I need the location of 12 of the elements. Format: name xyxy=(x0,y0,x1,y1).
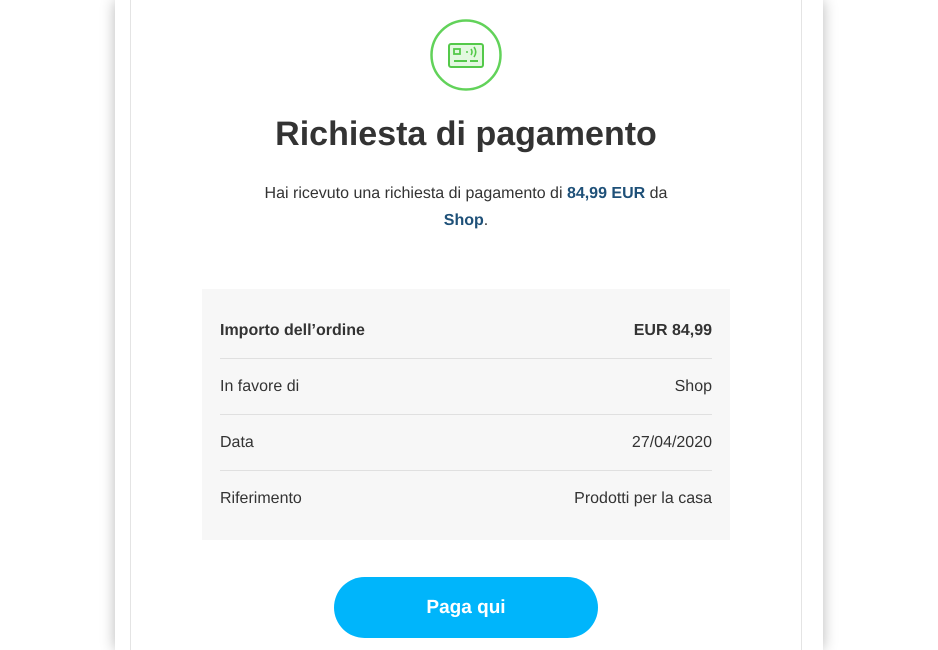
request-message: Hai ricevuto una richiesta di pagamento di 84,99 EUR da Shop. xyxy=(264,184,668,231)
detail-label: Importo dell’ordine xyxy=(220,322,365,340)
page-title: Richiesta di pagamento xyxy=(275,114,657,155)
detail-label: In favore di xyxy=(220,378,300,396)
card-reader-icon xyxy=(430,19,502,91)
detail-label: Riferimento xyxy=(220,490,302,508)
pay-button[interactable]: Paga qui xyxy=(334,577,598,638)
detail-value: Prodotti per la casa xyxy=(574,490,712,508)
detail-value: Shop xyxy=(674,378,712,396)
detail-label: Data xyxy=(220,434,254,452)
detail-value: 27/04/2020 xyxy=(632,434,712,452)
detail-value: EUR 84,99 xyxy=(634,322,712,340)
